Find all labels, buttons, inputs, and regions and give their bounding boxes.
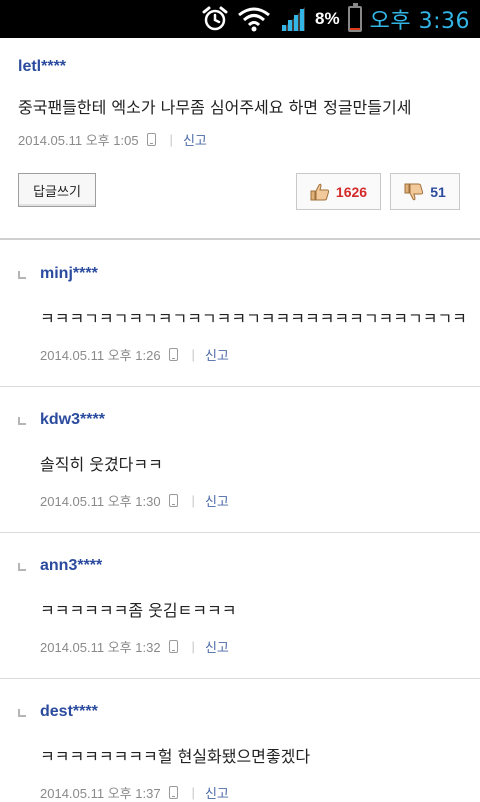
reply-meta: 2014.05.11 오후 1:32 | 신고 [40, 637, 229, 656]
reply-item: minj**** ㅋㅋㅋㄱㅋㄱㅋㄱㅋㄱㅋㄱㅋㅋㄱㅋㅋㅋㅋㅋㅋㅋㄱㅋㅋㄱㅋㄱㅋ 2… [0, 241, 480, 386]
report-link[interactable]: 신고 [205, 345, 229, 364]
reply-indent-icon [18, 709, 26, 717]
battery-percent: 8% [315, 9, 340, 28]
separator: | [191, 639, 195, 654]
reply-item: kdw3**** 솔직히 웃겼다ㅋㅋ 2014.05.11 오후 1:30 | … [0, 387, 480, 532]
alarm-icon [202, 6, 228, 31]
reply-item: dest**** ㅋㅋㅋㅋㅋㅋㅋㅋ헐 현실화됐으면좋겠다 2014.05.11 … [0, 679, 480, 802]
reply-indent-icon [18, 563, 26, 571]
report-link[interactable]: 신고 [205, 637, 229, 656]
reply-meta: 2014.05.11 오후 1:37 | 신고 [40, 783, 229, 802]
mobile-icon [168, 786, 178, 799]
mobile-icon [168, 494, 178, 507]
reply-indent-icon [18, 271, 26, 279]
report-link[interactable]: 신고 [183, 130, 207, 149]
separator: | [191, 493, 195, 508]
reply-author[interactable]: dest**** [40, 703, 98, 721]
reply-indent-icon [18, 417, 26, 425]
separator: | [191, 347, 195, 362]
reply-date: 2014.05.11 오후 1:30 [40, 494, 161, 509]
comment-meta: 2014.05.11 오후 1:05 | 신고 [18, 130, 207, 149]
divider [0, 238, 480, 240]
reply-text: ㅋㅋㅋㄱㅋㄱㅋㄱㅋㄱㅋㄱㅋㅋㄱㅋㅋㅋㅋㅋㅋㅋㄱㅋㅋㄱㅋㄱㅋ [40, 309, 467, 328]
dislike-count: 51 [430, 183, 446, 200]
reply-text: ㅋㅋㅋㅋㅋㅋ좀 웃김ㅌㅋㅋㅋ [40, 601, 237, 620]
reply-button[interactable]: 답글쓰기 [18, 173, 96, 207]
comment-author[interactable]: letl**** [18, 58, 66, 76]
comment-text: 중국팬들한테 엑소가 나무좀 심어주세요 하면 정글만들기세 [18, 98, 412, 117]
reply-author[interactable]: kdw3**** [40, 411, 105, 429]
wifi-icon [238, 7, 270, 32]
reply-text: ㅋㅋㅋㅋㅋㅋㅋㅋ헐 현실화됐으면좋겠다 [40, 747, 311, 766]
main-comment: letl**** 중국팬들한테 엑소가 나무좀 심어주세요 하면 정글만들기세 … [0, 38, 480, 238]
dislike-button[interactable]: 51 [390, 173, 460, 210]
reply-meta: 2014.05.11 오후 1:30 | 신고 [40, 491, 229, 510]
reply-date: 2014.05.11 오후 1:26 [40, 348, 161, 363]
signal-icon [281, 7, 306, 31]
reply-date: 2014.05.11 오후 1:32 [40, 640, 161, 655]
like-count: 1626 [335, 183, 368, 200]
like-button[interactable]: 1626 [296, 173, 381, 210]
mobile-icon [168, 640, 178, 653]
reply-author[interactable]: minj**** [40, 265, 98, 283]
reply-author[interactable]: ann3**** [40, 557, 102, 575]
mobile-icon [168, 348, 178, 361]
mobile-icon [146, 133, 156, 146]
clock: 오후 3:36 [369, 9, 470, 34]
comment-date: 2014.05.11 오후 1:05 [18, 133, 139, 148]
reply-text: 솔직히 웃겼다ㅋㅋ [40, 455, 163, 474]
reply-item: ann3**** ㅋㅋㅋㅋㅋㅋ좀 웃김ㅌㅋㅋㅋ 2014.05.11 오후 1:… [0, 533, 480, 678]
thumbs-down-icon [404, 183, 424, 200]
report-link[interactable]: 신고 [205, 783, 229, 802]
separator: | [191, 785, 195, 800]
report-link[interactable]: 신고 [205, 491, 229, 510]
separator: | [169, 132, 173, 147]
status-bar: 8% 오후 3:36 [0, 0, 480, 38]
reply-date: 2014.05.11 오후 1:37 [40, 786, 161, 801]
thumbs-up-icon [310, 183, 330, 200]
battery-icon [347, 3, 362, 32]
reply-meta: 2014.05.11 오후 1:26 | 신고 [40, 345, 229, 364]
